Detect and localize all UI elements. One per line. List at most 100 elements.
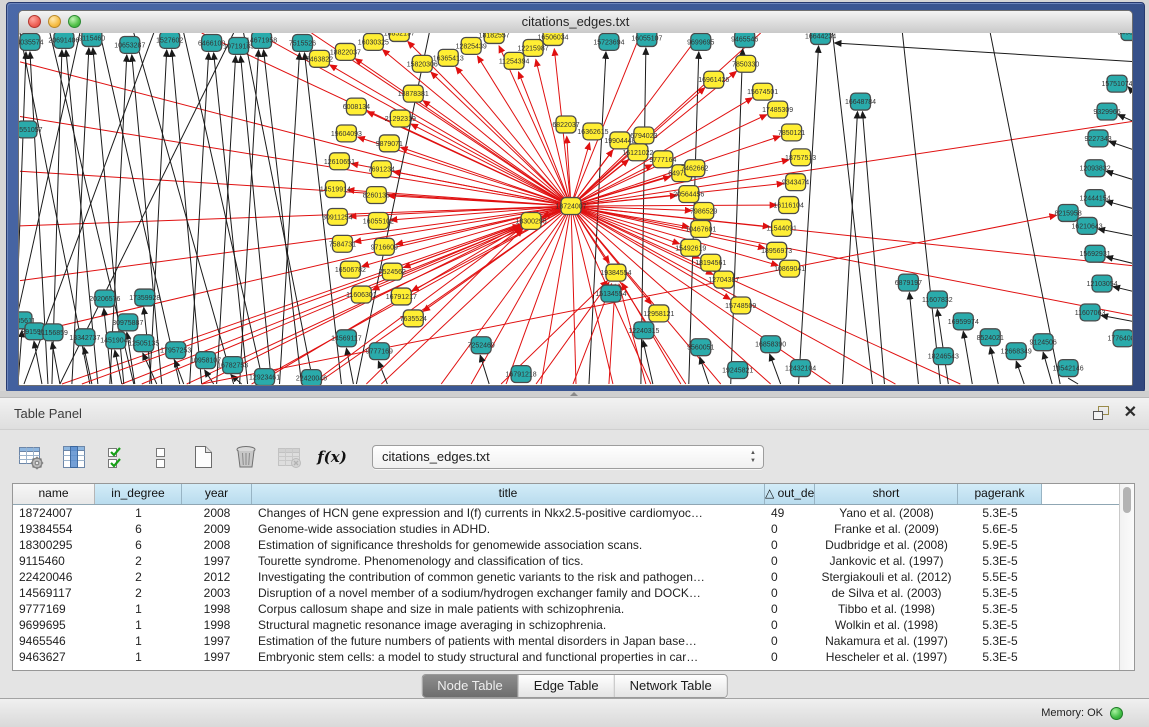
cell-name[interactable]: 22420046 — [13, 569, 95, 585]
cell-year[interactable]: 2003 — [182, 585, 252, 601]
cell-name[interactable]: 9463627 — [13, 649, 95, 665]
cell-in_degree[interactable]: 1 — [95, 649, 182, 665]
table-settings-icon[interactable] — [16, 442, 46, 472]
citation-edge-black[interactable] — [1109, 141, 1132, 151]
float-panel-icon[interactable] — [1093, 406, 1110, 421]
table-scrollbar[interactable] — [1119, 484, 1134, 670]
citation-edge-black[interactable] — [1043, 352, 1052, 384]
cell-short[interactable]: Tibbo et al. (1998) — [815, 601, 958, 617]
cell-out_degree[interactable]: 0 — [765, 521, 815, 537]
citation-edge-black[interactable] — [963, 331, 972, 384]
cell-pagerank[interactable]: 5.3E-5 — [958, 601, 1042, 617]
column-header-short[interactable]: short — [815, 484, 958, 504]
column-header-pagerank[interactable]: pagerank — [958, 484, 1042, 504]
citation-edge-black[interactable] — [1101, 315, 1132, 322]
cell-out_degree[interactable]: 0 — [765, 537, 815, 553]
cell-out_degree[interactable]: 0 — [765, 569, 815, 585]
table-selector[interactable]: citations_edges.txt ▲▼ — [372, 445, 764, 469]
citation-edge-black[interactable] — [52, 342, 60, 384]
cell-pagerank[interactable]: 5.3E-5 — [958, 649, 1042, 665]
cell-pagerank[interactable]: 5.5E-5 — [958, 569, 1042, 585]
cell-in_degree[interactable]: 6 — [95, 537, 182, 553]
cell-short[interactable]: Yano et al. (2008) — [815, 505, 958, 521]
cell-name[interactable]: 9777169 — [13, 601, 95, 617]
column-header-title[interactable]: title — [252, 484, 765, 504]
cell-name[interactable]: 18300295 — [13, 537, 95, 553]
table-row[interactable]: 1938455462009Genome-wide association stu… — [13, 521, 1134, 537]
select-all-icon[interactable] — [102, 442, 132, 472]
cell-pagerank[interactable]: 5.3E-5 — [958, 633, 1042, 649]
network-canvas[interactable]: 7463822188220371603032518852197158203061… — [19, 33, 1132, 385]
tab-node-table[interactable]: Node Table — [422, 675, 518, 697]
citation-edge-black[interactable] — [1098, 229, 1132, 237]
memory-status-icon[interactable] — [1110, 707, 1123, 720]
cell-out_degree[interactable]: 0 — [765, 553, 815, 569]
citation-edge-red[interactable] — [355, 59, 571, 206]
citation-edge-black[interactable] — [184, 33, 264, 384]
tab-network-table[interactable]: Network Table — [614, 675, 727, 697]
cell-title[interactable]: Investigating the contribution of common… — [252, 569, 765, 585]
cell-in_degree[interactable]: 2 — [95, 553, 182, 569]
cell-pagerank[interactable]: 5.3E-5 — [958, 585, 1042, 601]
cell-out_degree[interactable]: 0 — [765, 633, 815, 649]
cell-name[interactable]: 9465546 — [13, 633, 95, 649]
citation-edge-black[interactable] — [909, 293, 918, 384]
citation-edge-black[interactable] — [799, 46, 819, 384]
cell-short[interactable]: Franke et al. (2009) — [815, 521, 958, 537]
select-columns-icon[interactable] — [59, 442, 89, 472]
citation-edge-red[interactable] — [20, 62, 571, 206]
citation-edge-red[interactable] — [383, 50, 571, 206]
cell-title[interactable]: Corpus callosum shape and size in male p… — [252, 601, 765, 617]
citation-edge-red[interactable] — [571, 206, 576, 384]
cell-in_degree[interactable]: 2 — [95, 569, 182, 585]
function-builder-icon[interactable]: f(x) — [317, 442, 347, 472]
cell-out_degree[interactable]: 0 — [765, 617, 815, 633]
cell-year[interactable]: 1997 — [182, 633, 252, 649]
citation-edge-red[interactable] — [20, 117, 571, 206]
citation-edge-black[interactable] — [172, 50, 202, 384]
cell-title[interactable]: Changes of HCN gene expression and I(f) … — [252, 505, 765, 521]
citation-edge-red[interactable] — [20, 206, 571, 281]
citation-edge-black[interactable] — [1068, 378, 1078, 384]
cell-title[interactable]: Estimation of the future numbers of pati… — [252, 633, 765, 649]
citation-edge-black[interactable] — [862, 112, 884, 384]
cell-title[interactable]: Disruption of a novel member of a sodium… — [252, 585, 765, 601]
cell-year[interactable]: 2012 — [182, 569, 252, 585]
cell-in_degree[interactable]: 1 — [95, 617, 182, 633]
column-header-year[interactable]: year — [182, 484, 252, 504]
citation-edge-black[interactable] — [770, 354, 781, 384]
citation-edge-black[interactable] — [835, 43, 1132, 62]
cell-short[interactable]: Jankovic et al. (1997) — [815, 553, 958, 569]
citation-edge-black[interactable] — [700, 357, 709, 384]
cell-in_degree[interactable]: 1 — [95, 601, 182, 617]
citation-edge-black[interactable] — [1016, 361, 1024, 384]
column-header-name[interactable]: name — [13, 484, 95, 504]
citation-edge-black[interactable] — [731, 49, 743, 384]
citation-edge-red[interactable] — [518, 72, 571, 206]
citation-edge-black[interactable] — [1128, 87, 1132, 98]
cell-out_degree[interactable]: 0 — [765, 601, 815, 617]
cell-name[interactable]: 9115460 — [13, 553, 95, 569]
cell-title[interactable]: Structural magnetic resonance image aver… — [252, 617, 765, 633]
citation-edge-black[interactable] — [833, 33, 873, 384]
column-header-in_degree[interactable]: in_degree — [95, 484, 182, 504]
citation-edge-black[interactable] — [150, 50, 167, 384]
citation-edge-red[interactable] — [431, 72, 571, 206]
cell-out_degree[interactable]: 0 — [765, 649, 815, 665]
citation-edge-black[interactable] — [990, 33, 1060, 384]
cell-title[interactable]: Tourette syndrome. Phenomenology and cla… — [252, 553, 765, 569]
table-row[interactable]: 1456911722003Disruption of a novel membe… — [13, 585, 1134, 601]
cell-title[interactable]: Genome-wide association studies in ADHD. — [252, 521, 765, 537]
cell-year[interactable]: 2008 — [182, 537, 252, 553]
citation-edge-red[interactable] — [20, 206, 571, 335]
cell-in_degree[interactable]: 6 — [95, 521, 182, 537]
cell-pagerank[interactable]: 5.3E-5 — [958, 553, 1042, 569]
new-table-icon[interactable] — [188, 442, 218, 472]
cell-name[interactable]: 14569117 — [13, 585, 95, 601]
tab-edge-table[interactable]: Edge Table — [518, 675, 614, 697]
cell-pagerank[interactable]: 5.6E-5 — [958, 521, 1042, 537]
citation-edge-red[interactable] — [330, 65, 571, 206]
citation-network-graph[interactable]: 7463822188220371603032518852197158203061… — [19, 33, 1132, 385]
deselect-all-icon[interactable] — [145, 442, 175, 472]
citation-edge-red[interactable] — [441, 206, 571, 384]
